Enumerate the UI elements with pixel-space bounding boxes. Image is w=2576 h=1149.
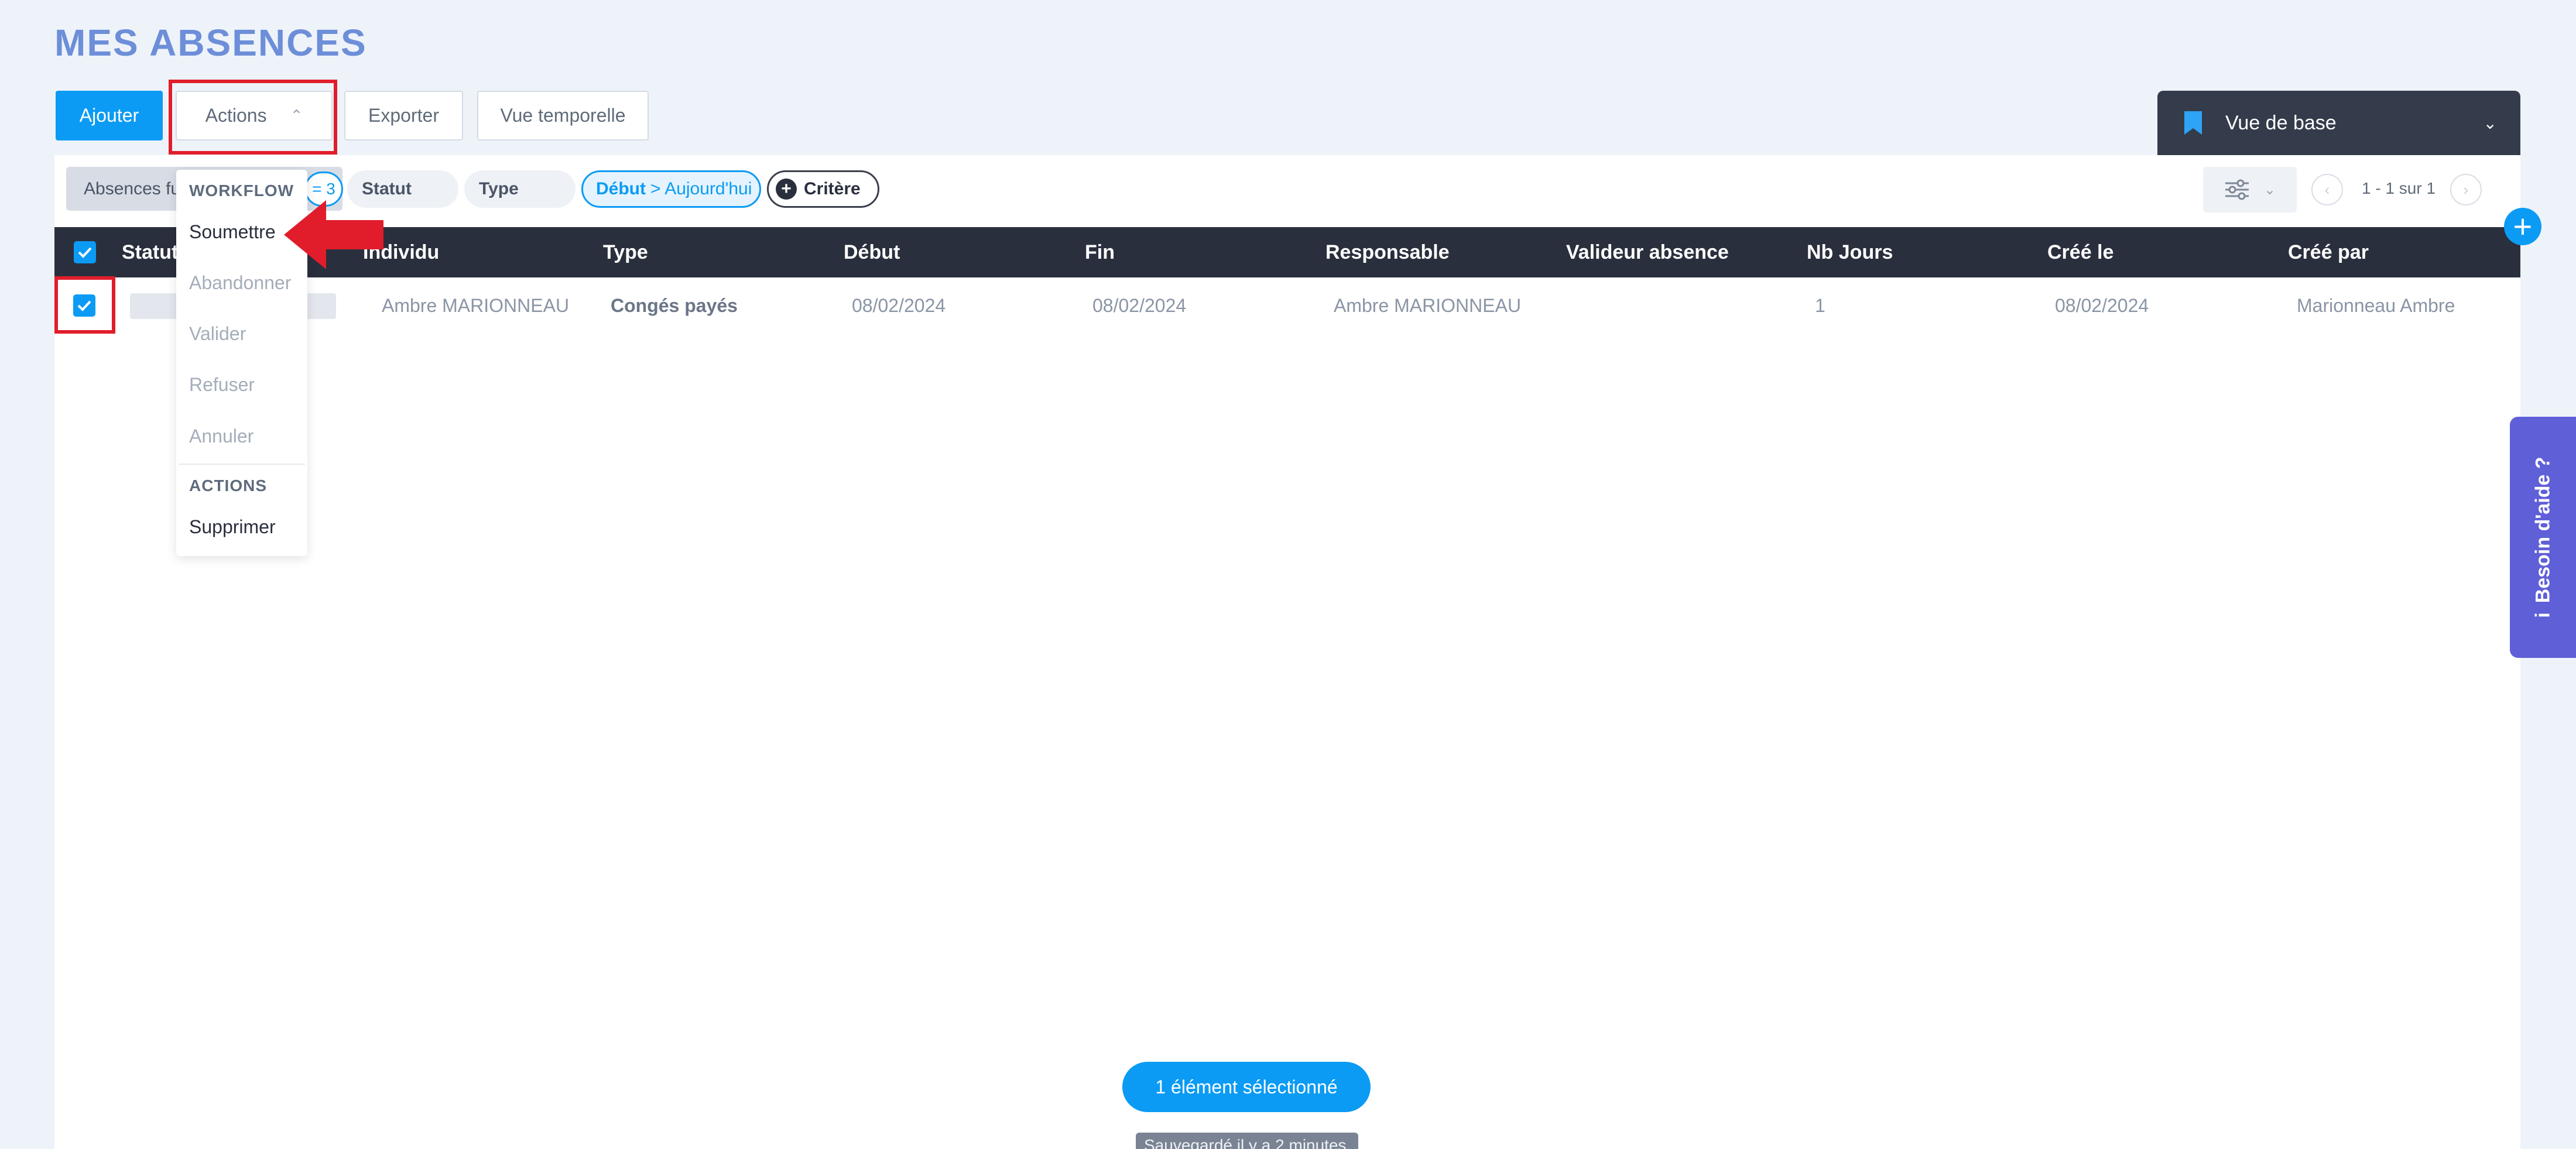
menu-item-soumettre[interactable]: Soumettre [189,221,276,243]
column-header-responsable[interactable]: Responsable [1325,227,1450,277]
selection-count-pill[interactable]: 1 élément sélectionné [1122,1062,1371,1112]
cell-type: Congés payés [611,294,738,316]
pagination-label: 1 - 1 sur 1 [2362,179,2436,197]
column-header-type[interactable]: Type [603,227,648,277]
bookmark-icon [2184,111,2202,135]
menu-item-valider[interactable]: Valider [189,323,246,345]
add-column-button[interactable]: + [2504,208,2541,245]
column-header-fin[interactable]: Fin [1085,227,1115,277]
view-selector-label: Vue de base [2225,111,2337,134]
next-page-button[interactable]: › [2450,174,2482,205]
info-icon: i [2532,612,2554,618]
chevron-down-icon: ⌄ [2483,114,2497,132]
add-criterion-label: Critère [804,179,861,198]
saved-toast: Sauvegardé il y a 2 minutes [1136,1133,1358,1149]
column-header-statut[interactable]: Statut [122,227,178,277]
chevron-left-icon: ‹ [2324,180,2330,198]
saved-filter-label: Absences fu [84,179,181,198]
prev-page-button[interactable]: ‹ [2311,174,2343,205]
column-header-cree-le[interactable]: Créé le [2047,227,2113,277]
table-header: Statut Individu Type Début Fin Responsab… [54,227,2520,277]
plus-icon: + [2513,208,2533,245]
annotation-highlight-actions [169,80,337,155]
sliders-icon [2225,179,2249,200]
plus-circle-icon: + [776,179,797,200]
annotation-arrow-icon [284,200,383,269]
chevron-right-icon: › [2463,180,2469,198]
help-tab[interactable]: i Besoin d'aide ? [2510,417,2576,658]
cell-cree-par: Marionneau Ambre [2297,294,2455,316]
date-filter-chip[interactable]: Début > Aujourd'hui [581,170,761,208]
menu-section-actions: ACTIONS [189,476,267,495]
add-criterion-button[interactable]: + Critère [767,170,879,208]
column-header-debut[interactable]: Début [844,227,900,277]
export-button[interactable]: Exporter [344,91,463,140]
timeline-view-button[interactable]: Vue temporelle [477,91,649,140]
cell-cree-le: 08/02/2024 [2055,294,2149,316]
cell-individu: Ambre MARIONNEAU [382,294,570,316]
column-header-nb-jours[interactable]: Nb Jours [1807,227,1893,277]
cell-debut: 08/02/2024 [852,294,946,316]
annotation-highlight-checkbox [54,276,115,334]
chevron-down-icon: ⌄ [2263,181,2276,198]
select-all-checkbox[interactable] [74,241,96,263]
cell-responsable: Ambre MARIONNEAU [1334,294,1522,316]
cell-nb-jours: 1 [1815,294,1825,316]
check-icon [78,247,92,258]
menu-item-annuler[interactable]: Annuler [189,426,254,447]
date-filter-key: Début [596,179,646,198]
page-title: MES ABSENCES [54,22,367,64]
type-filter-chip[interactable]: Type [464,170,576,208]
menu-item-abandonner[interactable]: Abandonner [189,272,291,294]
table-settings-button[interactable]: ⌄ [2203,167,2297,212]
cell-fin: 08/02/2024 [1092,294,1187,316]
menu-section-workflow: WORKFLOW [189,181,294,200]
column-header-cree-par[interactable]: Créé par [2288,227,2369,277]
view-selector[interactable]: Vue de base ⌄ [2157,91,2520,155]
help-tab-label: Besoin d'aide ? [2532,457,2554,603]
date-filter-value: > Aujourd'hui [650,179,752,198]
column-header-valideur[interactable]: Valideur absence [1566,227,1729,277]
add-button[interactable]: Ajouter [56,91,163,140]
menu-divider [179,464,305,465]
menu-item-supprimer[interactable]: Supprimer [189,516,276,538]
menu-item-refuser[interactable]: Refuser [189,374,255,396]
saved-toast-label: Sauvegardé il y a 2 minutes [1136,1133,1358,1149]
